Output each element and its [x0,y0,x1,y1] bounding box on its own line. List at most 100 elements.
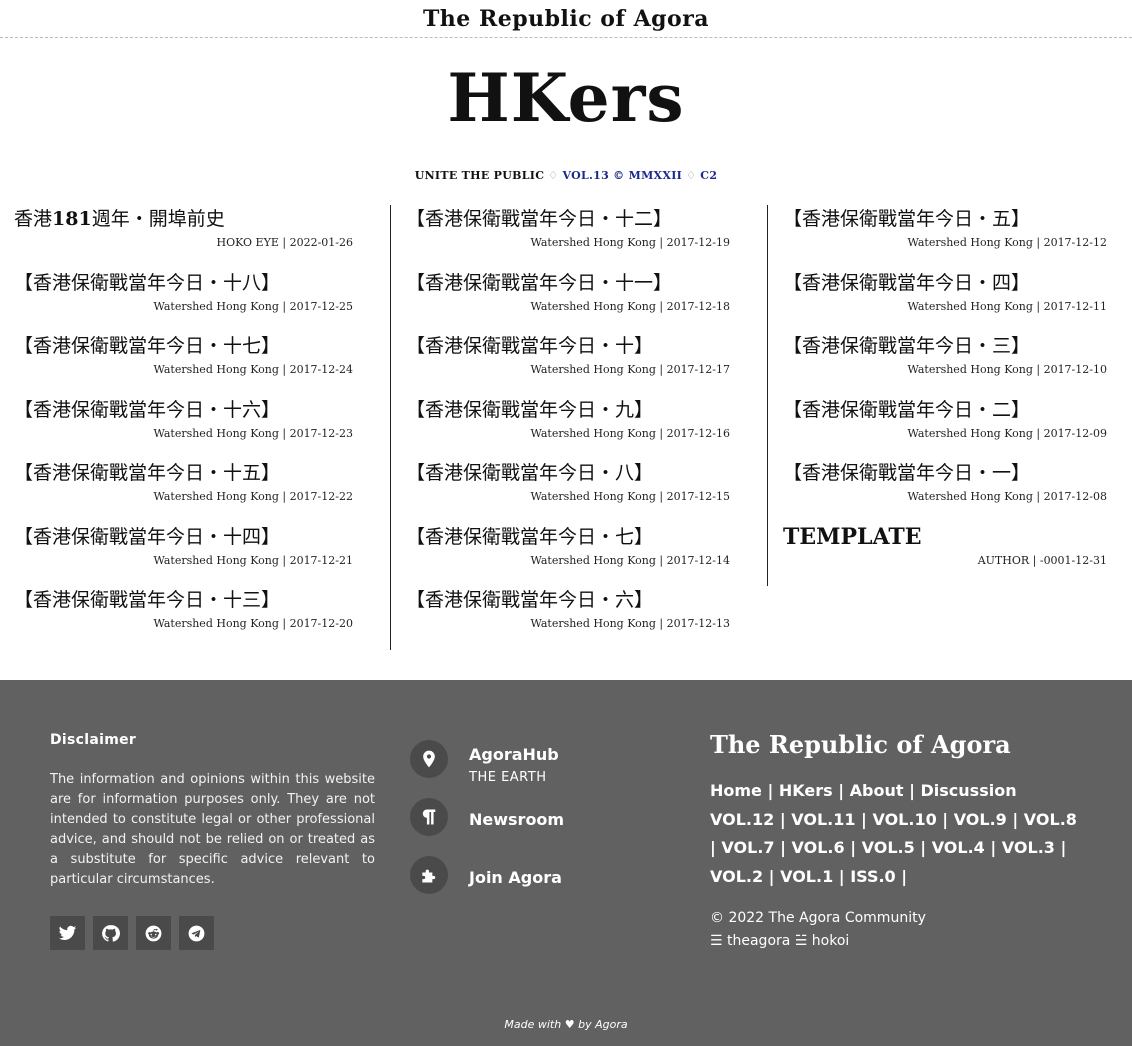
article-meta: Watershed Hong Kong | 2017-12-08 [907,490,1107,503]
article-meta: Watershed Hong Kong | 2017-12-20 [153,617,353,630]
nav-volume-vol-11[interactable]: VOL.11 [791,810,855,829]
article-entry[interactable]: 【香港保衛戰當年今日・二】 Watershed Hong Kong | 2017-… [767,395,1107,459]
article-column-3: 【香港保衛戰當年今日・五】 Watershed Hong Kong | 2017-… [754,205,1131,650]
article-title-link[interactable]: 【香港保衛戰當年今日・十七】 [14,332,353,359]
article-entry[interactable]: 【香港保衛戰當年今日・十四】 Watershed Hong Kong | 2017… [14,523,353,587]
article-meta: HOKO EYE | 2022-01-26 [216,236,354,249]
article-entry-inner: 【香港保衛戰當年今日・十二】 Watershed Hong Kong | 2017… [406,205,730,249]
nav-separator: | [833,867,851,887]
article-entry[interactable]: 【香港保衛戰當年今日・十三】 Watershed Hong Kong | 2017… [14,586,353,650]
made-with-text: Made with [504,1018,562,1031]
nav-separator: | [895,867,908,887]
article-entry[interactable]: 【香港保衛戰當年今日・十】 Watershed Hong Kong | 2017-… [390,332,730,396]
article-title-link[interactable]: 【香港保衛戰當年今日・六】 [406,586,730,613]
article-meta: Watershed Hong Kong | 2017-12-09 [907,426,1107,440]
article-grid: 香港181週年・開埠前史 HOKO EYE | 2022-01-26 【香港保衛戰當… [0,205,1132,650]
article-entry[interactable]: 【香港保衛戰當年今日・一】 Watershed Hong Kong | 2017-… [767,459,1107,523]
article-title-link[interactable]: 【香港保衛戰當年今日・十三】 [14,586,353,613]
article-title-link[interactable]: 【香港保衛戰當年今日・八】 [406,459,730,486]
telegram-button[interactable] [179,916,214,950]
article-entry-inner: 【香港保衛戰當年今日・十四】 Watershed Hong Kong | 2017… [14,523,353,567]
telegram-icon [188,925,205,941]
twitter-button[interactable] [50,916,85,950]
article-entry[interactable]: 【香港保衛戰當年今日・五】 Watershed Hong Kong | 2017-… [767,205,1107,269]
article-title-link[interactable]: 【香港保衛戰當年今日・一】 [783,459,1107,486]
nav-separator: | [1054,838,1067,858]
join-agora-icon-circle [410,856,448,894]
article-entry[interactable]: 【香港保衛戰當年今日・十六】 Watershed Hong Kong | 2017… [14,396,353,460]
top-bar: The Republic of Agora [0,0,1132,38]
article-entry[interactable]: 【香港保衛戰當年今日・六】 Watershed Hong Kong | 2017-… [390,586,730,650]
article-meta: Watershed Hong Kong | 2017-12-11 [907,299,1107,313]
article-meta: Watershed Hong Kong | 2017-12-12 [907,236,1107,249]
article-entry[interactable]: 【香港保衛戰當年今日・十八】 Watershed Hong Kong | 2017… [14,269,353,333]
article-title-link[interactable]: 【香港保衛戰當年今日・五】 [783,205,1107,232]
article-title-link[interactable]: 【香港保衛戰當年今日・十一】 [406,269,730,296]
nav-separator: | [774,809,792,829]
diamond-separator: ♢ [548,169,559,182]
article-title-link[interactable]: 【香港保衛戰當年今日・七】 [406,523,730,550]
reddit-icon [145,925,162,941]
article-entry-inner: 【香港保衛戰當年今日・九】 Watershed Hong Kong | 2017-… [406,396,730,440]
nav-volume-vol-3[interactable]: VOL.3 [1002,838,1055,857]
article-meta: Watershed Hong Kong | 2017-12-24 [153,363,353,376]
article-entry[interactable]: 【香港保衛戰當年今日・九】 Watershed Hong Kong | 2017-… [390,395,730,459]
hero: HKers UNITE THE PUBLIC ♢ VOL.13 © MMXXII ♢ C… [0,60,1132,183]
article-meta: Watershed Hong Kong | 2017-12-18 [530,299,730,313]
paragraph-icon [422,809,436,825]
nav-volume-vol-7[interactable]: VOL.7 [721,838,774,857]
reddit-button[interactable] [136,916,171,950]
subtitle-section: C2 [700,169,718,182]
nav-link-discussion[interactable]: Discussion [921,781,1017,800]
article-title-link[interactable]: 【香港保衛戰當年今日・四】 [783,269,1107,296]
article-title-link[interactable]: TEMPLATE [783,523,1107,550]
article-entry[interactable]: 【香港保衛戰當年今日・十七】 Watershed Hong Kong | 2017… [14,332,353,396]
nav-volume-vol-2[interactable]: VOL.2 [710,867,763,886]
nav-volume-vol-1[interactable]: VOL.1 [780,867,833,886]
article-title-link[interactable]: 【香港保衛戰當年今日・十五】 [14,459,353,486]
article-title-link[interactable]: 【香港保衛戰當年今日・十四】 [14,523,353,550]
article-column-2: 【香港保衛戰當年今日・十二】 Watershed Hong Kong | 2017… [377,205,754,650]
nav-volume-vol-5[interactable]: VOL.5 [862,838,915,857]
nav-volume-vol-6[interactable]: VOL.6 [792,838,845,857]
article-entry[interactable]: 【香港保衛戰當年今日・十二】 Watershed Hong Kong | 2017… [390,205,730,269]
github-button[interactable] [93,916,128,950]
article-title-link[interactable]: 【香港保衛戰當年今日・十六】 [14,396,353,423]
article-entry[interactable]: TEMPLATE AUTHOR | -0001-12-31 [767,522,1107,586]
article-meta: Watershed Hong Kong | 2017-12-17 [530,363,730,376]
article-title-link[interactable]: 【香港保衛戰當年今日・十】 [406,332,730,359]
article-entry[interactable]: 【香港保衛戰當年今日・八】 Watershed Hong Kong | 2017-… [390,459,730,523]
article-entry[interactable]: 【香港保衛戰當年今日・十五】 Watershed Hong Kong | 2017… [14,459,353,523]
article-entry[interactable]: 香港181週年・開埠前史 HOKO EYE | 2022-01-26 [14,205,353,269]
article-entry[interactable]: 【香港保衛戰當年今日・十一】 Watershed Hong Kong | 2017… [390,268,730,332]
join-agora-label: Join Agora [469,868,562,887]
article-entry[interactable]: 【香港保衛戰當年今日・七】 Watershed Hong Kong | 2017-… [390,522,730,586]
article-entry[interactable]: 【香港保衛戰當年今日・四】 Watershed Hong Kong | 2017-… [767,268,1107,332]
nav-volume-vol-9[interactable]: VOL.9 [954,810,1007,829]
article-title-link[interactable]: 香港181週年・開埠前史 [14,205,353,232]
article-title-link[interactable]: 【香港保衛戰當年今日・十二】 [406,205,730,232]
article-title-number: 181 [52,208,92,230]
nav-volume-vol-10[interactable]: VOL.10 [872,810,936,829]
nav-link-about[interactable]: About [850,781,904,800]
nav-link-home[interactable]: Home [710,781,762,800]
article-title-part: 香港 [14,208,53,230]
article-entry-inner: 【香港保衛戰當年今日・十】 Watershed Hong Kong | 2017-… [406,332,730,376]
article-entry[interactable]: 【香港保衛戰當年今日・三】 Watershed Hong Kong | 2017-… [767,332,1107,396]
nav-separator: | [984,838,1002,858]
nav-volume-vol-8[interactable]: VOL.8 [1024,810,1077,829]
article-entry-inner: TEMPLATE AUTHOR | -0001-12-31 [783,523,1107,567]
article-title-link[interactable]: 【香港保衛戰當年今日・九】 [406,396,730,423]
article-title-link[interactable]: 【香港保衛戰當年今日・二】 [783,396,1107,423]
article-title-link[interactable]: 【香港保衛戰當年今日・十八】 [14,269,353,296]
nav-link-hkers[interactable]: HKers [779,781,833,800]
nav-volume-vol-4[interactable]: VOL.4 [932,838,985,857]
disclaimer-text: The information and opinions within this… [50,772,375,887]
nav-volume-iss-0[interactable]: ISS.0 [850,867,896,886]
site-title-link[interactable]: The Republic of Agora [423,6,709,32]
nav-volume-vol-12[interactable]: VOL.12 [710,810,774,829]
newsroom-icon-circle [410,798,448,836]
article-title-link[interactable]: 【香港保衛戰當年今日・三】 [783,332,1107,359]
article-meta: Watershed Hong Kong | 2017-12-21 [153,553,353,567]
nav-separator: | [763,867,781,887]
